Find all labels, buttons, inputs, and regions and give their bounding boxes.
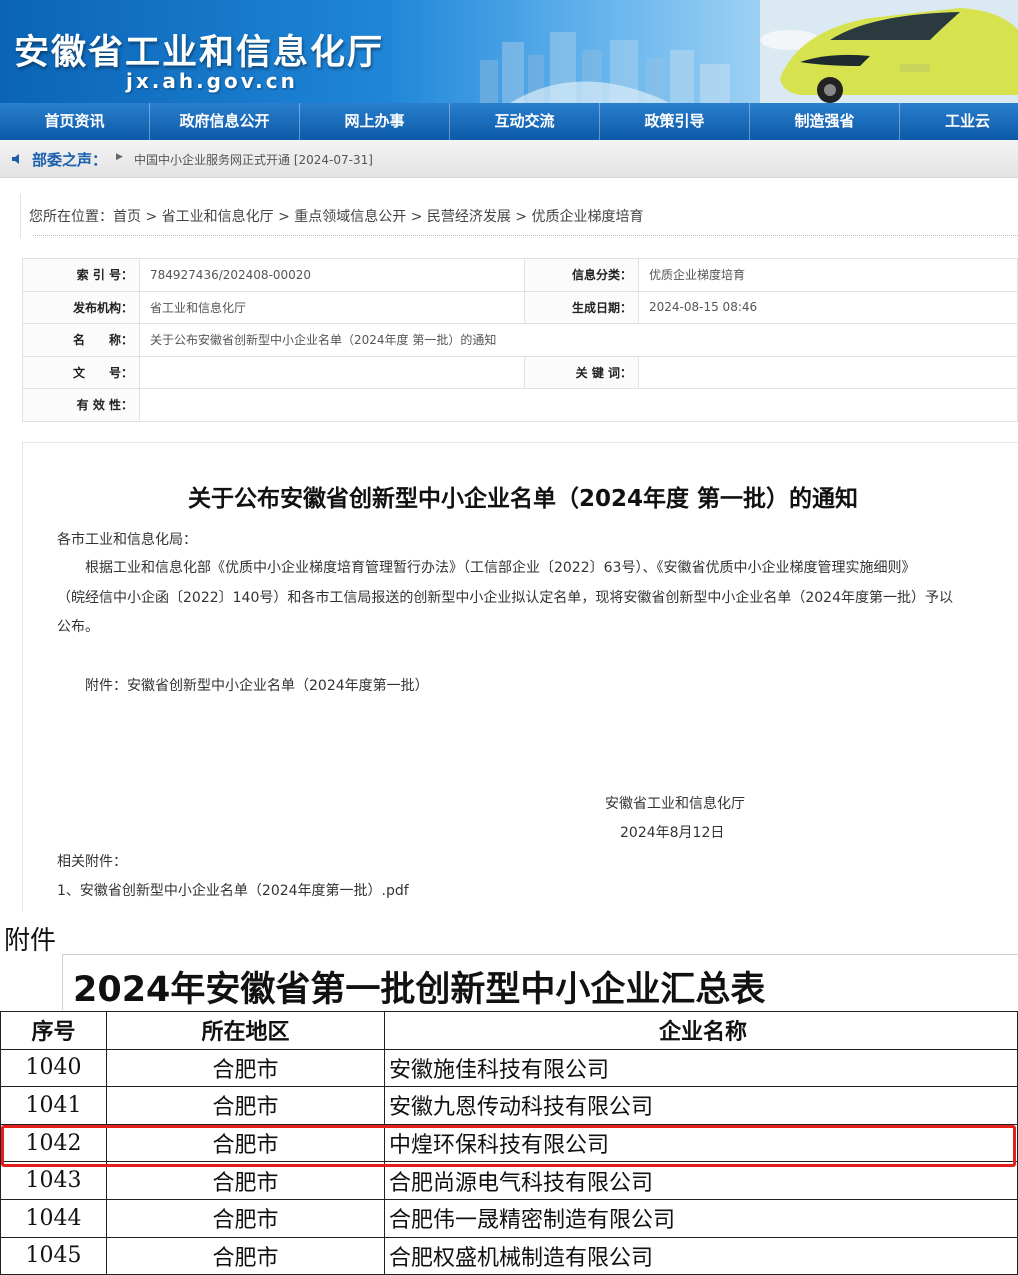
table-row: 1043 合肥市 合肥尚源电气科技有限公司 bbox=[0, 1161, 1018, 1200]
article-paragraph: 公布。 bbox=[57, 619, 99, 635]
main-nav: 首页资讯 政府信息公开 网上办事 互动交流 政策引导 制造强省 工业云 bbox=[0, 103, 1018, 140]
nav-item-manufacturing[interactable]: 制造强省 bbox=[750, 103, 900, 140]
column-header: 企业名称 bbox=[384, 1011, 1018, 1050]
row-region: 合肥市 bbox=[106, 1048, 385, 1088]
meta-key: 信息分类： bbox=[524, 258, 639, 292]
site-banner: 安徽省工业和信息化厅 jx.ah.gov.cn bbox=[0, 0, 1018, 103]
row-number: 1040 bbox=[0, 1048, 107, 1088]
divider bbox=[33, 235, 1018, 236]
table-row: 1045 合肥市 合肥权盛机械制造有限公司 bbox=[0, 1236, 1018, 1275]
meta-key: 关 键 词： bbox=[524, 355, 639, 389]
row-number: 1045 bbox=[0, 1236, 107, 1275]
meta-key: 文 号： bbox=[22, 355, 140, 389]
table-row: 有 效 性： bbox=[22, 388, 1018, 422]
highlight-box bbox=[1, 1125, 1016, 1167]
row-region: 合肥市 bbox=[106, 1198, 385, 1238]
meta-value: 784927436/202408-00020 bbox=[139, 258, 525, 292]
meta-value bbox=[139, 355, 525, 389]
row-number: 1041 bbox=[0, 1086, 107, 1125]
breadcrumb[interactable]: 您所在位置：首页 > 省工业和信息化厅 > 重点领域信息公开 > 民营经济发展 … bbox=[29, 206, 644, 226]
meta-value: 2024-08-15 08:46 bbox=[638, 290, 1018, 324]
row-region: 合肥市 bbox=[106, 1086, 385, 1125]
car-image bbox=[760, 0, 1018, 103]
article-paragraph: 根据工业和信息化部《优质中小企业梯度培育管理暂行办法》（工信部企业〔2022〕6… bbox=[85, 560, 916, 576]
table-row: 文 号： 关 键 词： bbox=[22, 355, 1018, 389]
nav-item-interaction[interactable]: 互动交流 bbox=[450, 103, 600, 140]
article-title: 关于公布安徽省创新型中小企业名单（2024年度 第一批）的通知 bbox=[187, 486, 859, 512]
nav-item-industry-cloud[interactable]: 工业云 bbox=[900, 103, 1018, 140]
notice-label: 部委之声： bbox=[32, 151, 108, 169]
row-company: 合肥权盛机械制造有限公司 bbox=[384, 1236, 1018, 1275]
table-row: 1041 合肥市 安徽九恩传动科技有限公司 bbox=[0, 1086, 1018, 1125]
table-row: 名 称： 关于公布安徽省创新型中小企业名单（2024年度 第一批）的通知 bbox=[22, 323, 1018, 357]
site-domain: jx.ah.gov.cn bbox=[126, 69, 298, 93]
attachment-label: 附件 bbox=[4, 926, 57, 956]
arrow-right-icon: ▶ bbox=[116, 152, 123, 162]
table-row: 1040 合肥市 安徽施佳科技有限公司 bbox=[0, 1048, 1018, 1088]
table-row: 索 引 号： 784927436/202408-00020 信息分类： 优质企业… bbox=[22, 258, 1018, 292]
article-signature: 安徽省工业和信息化厅 bbox=[605, 796, 745, 812]
column-header: 所在地区 bbox=[106, 1011, 385, 1050]
city-skyline-image bbox=[480, 32, 730, 103]
table-row: 发布机构： 省工业和信息化厅 生成日期： 2024-08-15 08:46 bbox=[22, 290, 1018, 324]
meta-value bbox=[638, 355, 1018, 389]
nav-item-online-service[interactable]: 网上办事 bbox=[300, 103, 450, 140]
article-salutation: 各市工业和信息化局： bbox=[57, 532, 197, 548]
meta-value: 省工业和信息化厅 bbox=[139, 290, 525, 324]
row-company: 安徽九恩传动科技有限公司 bbox=[384, 1086, 1018, 1125]
breadcrumb-box: 您所在位置：首页 > 省工业和信息化厅 > 重点领域信息公开 > 民营经济发展 … bbox=[20, 194, 1018, 238]
attachment-title-box: 2024年安徽省第一批创新型中小企业汇总表 bbox=[62, 954, 1018, 1010]
meta-key: 有 效 性： bbox=[22, 388, 140, 422]
related-attachments-label: 相关附件： bbox=[57, 854, 127, 870]
speaker-icon bbox=[12, 154, 19, 164]
related-attachment-link[interactable]: 1、安徽省创新型中小企业名单（2024年度第一批）.pdf bbox=[57, 880, 409, 900]
meta-value: 优质企业梯度培育 bbox=[638, 258, 1018, 292]
meta-key: 索 引 号： bbox=[22, 258, 140, 292]
row-number: 1043 bbox=[0, 1161, 107, 1200]
nav-item-gov-info[interactable]: 政府信息公开 bbox=[150, 103, 300, 140]
table-row: 1044 合肥市 合肥伟一晟精密制造有限公司 bbox=[0, 1198, 1018, 1238]
article-body: 关于公布安徽省创新型中小企业名单（2024年度 第一批）的通知 各市工业和信息化… bbox=[22, 442, 1018, 912]
table-header-row: 序号 所在地区 企业名称 bbox=[0, 1011, 1018, 1050]
row-region: 合肥市 bbox=[106, 1236, 385, 1275]
article-sign-date: 2024年8月12日 bbox=[620, 825, 725, 841]
row-region: 合肥市 bbox=[106, 1161, 385, 1200]
column-header: 序号 bbox=[0, 1011, 107, 1050]
doc-meta-table: 索 引 号： 784927436/202408-00020 信息分类： 优质企业… bbox=[22, 258, 1018, 422]
notice-link[interactable]: 中国中小企业服务网正式开通 [2024-07-31] bbox=[134, 151, 373, 168]
meta-value: 关于公布安徽省创新型中小企业名单（2024年度 第一批）的通知 bbox=[139, 323, 1018, 357]
meta-key: 名 称： bbox=[22, 323, 140, 357]
article-attachment-note: 附件：安徽省创新型中小企业名单（2024年度第一批） bbox=[85, 678, 429, 694]
nav-item-home[interactable]: 首页资讯 bbox=[0, 103, 150, 140]
meta-value bbox=[139, 388, 1018, 422]
article-paragraph: （皖经信中小企函〔2022〕140号）和各市工信局报送的创新型中小企业拟认定名单… bbox=[57, 590, 953, 606]
row-company: 安徽施佳科技有限公司 bbox=[384, 1048, 1018, 1088]
meta-key: 生成日期： bbox=[524, 290, 639, 324]
site-title: 安徽省工业和信息化厅 bbox=[14, 33, 385, 73]
row-company: 合肥伟一晟精密制造有限公司 bbox=[384, 1198, 1018, 1238]
notice-bar: 部委之声： ▶ 中国中小企业服务网正式开通 [2024-07-31] bbox=[0, 140, 1018, 178]
row-number: 1044 bbox=[0, 1198, 107, 1238]
row-company: 合肥尚源电气科技有限公司 bbox=[384, 1161, 1018, 1200]
meta-key: 发布机构： bbox=[22, 290, 140, 324]
nav-item-policy[interactable]: 政策引导 bbox=[600, 103, 750, 140]
attachment-title: 2024年安徽省第一批创新型中小企业汇总表 bbox=[73, 970, 766, 1010]
